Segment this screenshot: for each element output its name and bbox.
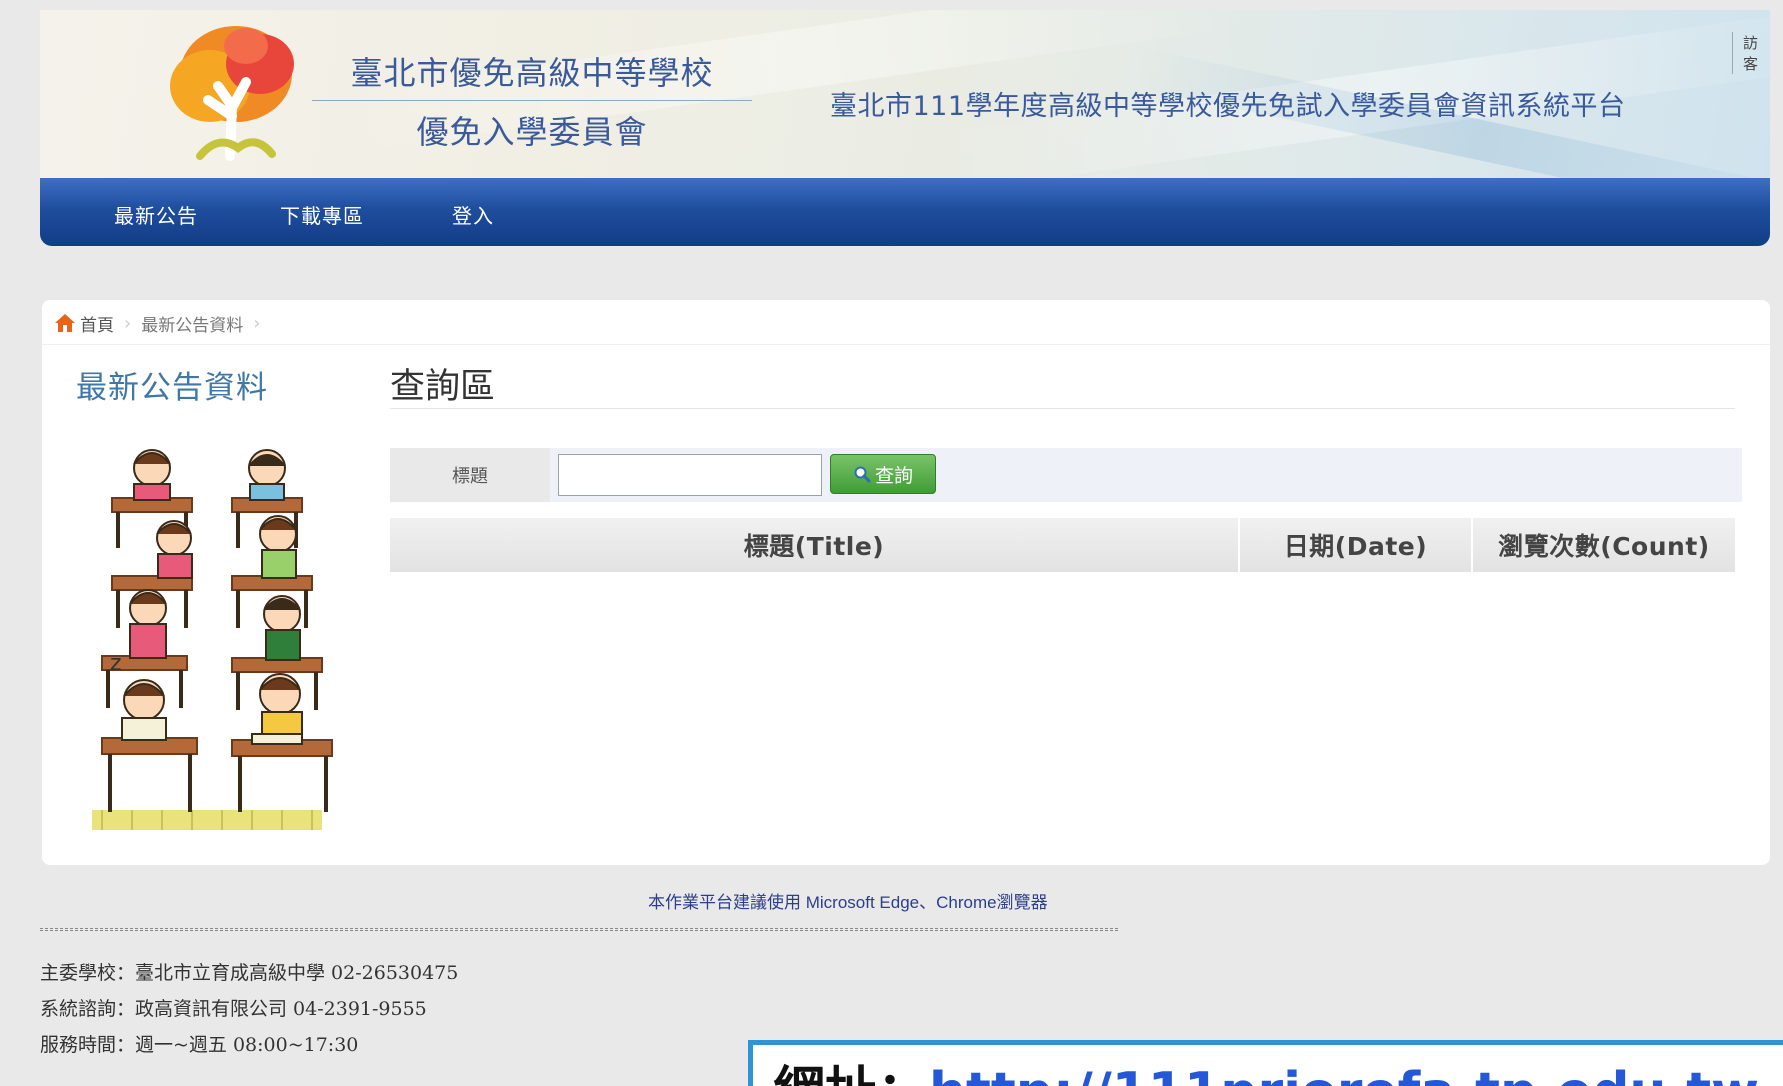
url-label: 網址： (773, 1062, 929, 1086)
title-search-input[interactable] (558, 454, 822, 496)
column-header-title[interactable]: 標題(Title) (390, 518, 1238, 572)
breadcrumb: 首頁 › 最新公告資料 › (54, 310, 270, 336)
title-field-label: 標題 (390, 448, 550, 502)
column-header-date[interactable]: 日期(Date) (1238, 518, 1471, 572)
nav-item-login[interactable]: 登入 (452, 200, 494, 229)
breadcrumb-separator: › (253, 312, 261, 334)
classroom-illustration: z (92, 449, 333, 830)
visitor-label: 訪客 (1732, 32, 1770, 74)
breadcrumb-divider (42, 344, 1770, 345)
school-title-line2: 優免入學委員會 (416, 113, 648, 151)
query-title-divider (390, 408, 1735, 409)
tree-logo-icon (170, 26, 294, 161)
main-nav: 最新公告 下載專區 登入 (40, 178, 1770, 246)
site-banner: 臺北市優免高級中等學校 優免入學委員會 臺北市111學年度高級中等學校優先免試入… (40, 10, 1770, 182)
platform-title: 臺北市111學年度高級中等學校優先免試入學委員會資訊系統平台 (830, 91, 1626, 122)
search-button-label: 查詢 (874, 464, 913, 487)
column-header-count[interactable]: 瀏覽次數(Count) (1471, 518, 1735, 572)
sidebar-title: 最新公告資料 (76, 370, 268, 406)
search-button[interactable]: 查詢 (830, 454, 936, 494)
nav-item-announcements[interactable]: 最新公告 (114, 200, 198, 229)
footer-service-hours: 服務時間：週一~週五 08:00~17:30 (40, 1034, 359, 1056)
footer-support-contact: 系統諮詢：政高資訊有限公司 04-2391-9555 (40, 998, 427, 1020)
url-link[interactable]: http://111priorefa.tp.edu.tw (929, 1062, 1759, 1086)
content-card: 首頁 › 最新公告資料 › 最新公告資料 z 查詢區 標題 查詢 標題(Titl… (42, 300, 1770, 865)
nav-item-downloads[interactable]: 下載專區 (280, 200, 364, 229)
url-callout-text: 網址：http://111priorefa.tp.edu.tw (773, 1049, 1759, 1086)
home-icon[interactable] (54, 313, 76, 333)
query-section-title: 查詢區 (390, 367, 496, 407)
announcement-table-header: 標題(Title) 日期(Date) 瀏覽次數(Count) (390, 518, 1735, 572)
search-form: 標題 查詢 (390, 448, 1742, 502)
page: 臺北市優免高級中等學校 優免入學委員會 臺北市111學年度高級中等學校優先免試入… (0, 0, 1783, 1086)
school-committee-title: 臺北市優免高級中等學校 優免入學委員會 (312, 48, 752, 153)
url-callout: 網址：http://111priorefa.tp.edu.tw (748, 1040, 1783, 1086)
svg-text:z: z (110, 651, 122, 676)
footer-divider (40, 928, 1118, 931)
breadcrumb-home[interactable]: 首頁 (80, 311, 114, 336)
breadcrumb-separator: › (124, 312, 132, 334)
magnifier-icon (854, 466, 871, 483)
breadcrumb-current: 最新公告資料 (141, 315, 244, 336)
school-title-line1: 臺北市優免高級中等學校 (312, 48, 752, 101)
browser-recommendation: 本作業平台建議使用 Microsoft Edge、Chrome瀏覽器 (648, 893, 1048, 912)
footer-host-school: 主委學校：臺北市立育成高級中學 02-26530475 (40, 962, 459, 984)
browser-viewport: 臺北市優免高級中等學校 優免入學委員會 臺北市111學年度高級中等學校優先免試入… (0, 0, 1783, 1086)
